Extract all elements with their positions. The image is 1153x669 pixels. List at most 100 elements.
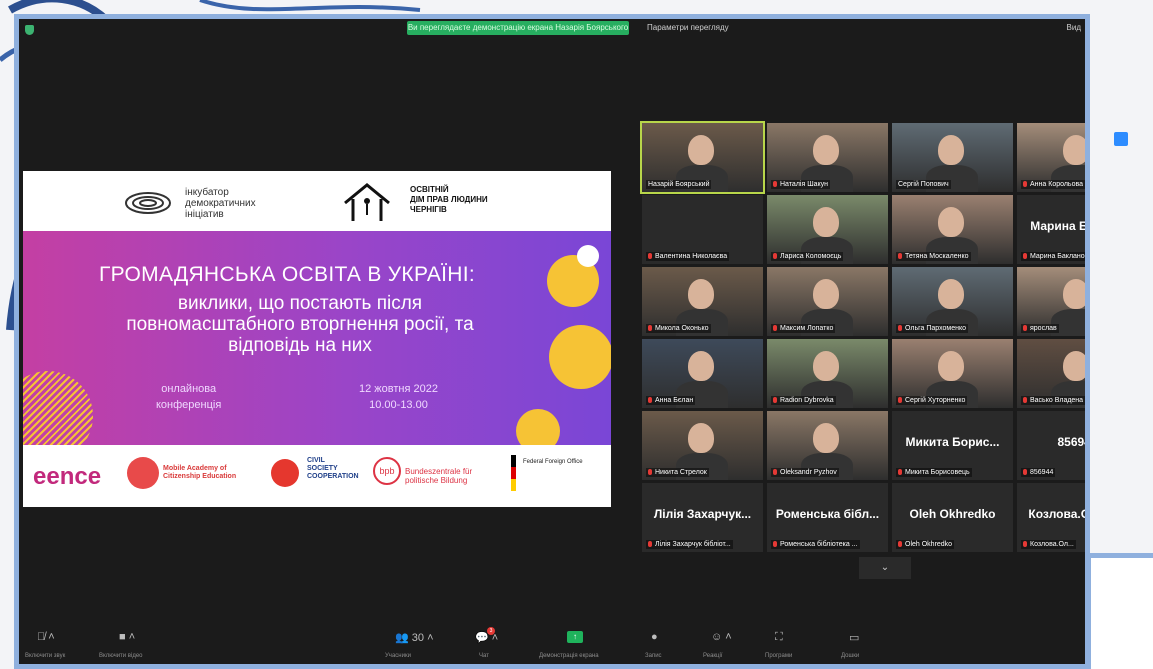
participant-name: Сергій Попович (896, 180, 951, 189)
mic-muted-icon (898, 397, 902, 404)
participant-head (813, 135, 839, 165)
participant-tile[interactable]: Тетяна Москаленко (892, 195, 1013, 264)
participant-display-name: Козлова.Олекс... (1028, 507, 1090, 521)
mic-muted-icon (648, 541, 652, 548)
apps-icon[interactable]: ⛶ (775, 631, 783, 644)
slide-subtitle: виклики, що постають після повномасштабн… (126, 293, 474, 356)
reactions-icon[interactable]: ☺ ˄ (711, 631, 732, 643)
participant-tile[interactable]: Лілія Захарчук... Лілія Захарчук бібліот.… (642, 483, 763, 552)
participant-tile[interactable]: Козлова.Олекс... Козлова.Ол... (1017, 483, 1090, 552)
whiteboard-label[interactable]: Дошки (841, 653, 859, 659)
participant-name-text: Анна Бєлан (655, 397, 694, 404)
mic-muted-icon (648, 253, 652, 260)
participant-name-text: Сергій Попович (898, 181, 949, 188)
participant-tile[interactable]: Лариса Коломоєць (767, 195, 888, 264)
mic-muted-icon (773, 325, 777, 332)
participant-tile[interactable]: Никита Стрелок (642, 411, 763, 480)
participant-tile[interactable]: Микита Борис... Микита Борисовець (892, 411, 1013, 480)
video-off-icon[interactable]: ■ ˄ (119, 631, 135, 643)
participant-display-name: Роменська бібл... (775, 507, 880, 521)
screen-share-banner[interactable]: Ви переглядаєте демонстрацію екрана Наза… (407, 21, 629, 35)
participant-name-text: Radion Dybrovka (780, 397, 834, 404)
participant-name: Лілія Захарчук бібліот... (646, 540, 733, 549)
participant-display-name: Лілія Захарчук... (653, 507, 752, 521)
record-icon[interactable]: ● (651, 631, 658, 643)
participant-tile[interactable]: Микола Оконько (642, 267, 763, 336)
participants-count: 30 (411, 632, 425, 644)
participant-head (1063, 279, 1085, 309)
participant-tile[interactable]: Oleksandr Pyzhov (767, 411, 888, 480)
participant-tile[interactable]: Роменська бібл... Роменська бібліотека ..… (767, 483, 888, 552)
participant-name-text: Никита Стрелок (655, 469, 707, 476)
participant-tile[interactable]: Ольга Пархоменко (892, 267, 1013, 336)
mic-muted-icon (898, 253, 902, 260)
cso-logo-text: CIVIL SOCIETY COOPERATION (307, 457, 359, 481)
participant-tile[interactable]: Максим Лопатко (767, 267, 888, 336)
participant-name-text: Максим Лопатко (780, 325, 834, 332)
participant-name: Роменська бібліотека ... (771, 540, 860, 549)
mic-muted-icon[interactable]: 🎙̸ ˄ (37, 631, 55, 643)
participant-name: Oleh Okhredko (896, 540, 955, 549)
participant-display-name: 856944 (1057, 435, 1085, 449)
mace-logo-icon (127, 457, 159, 489)
participant-name: Козлова.Ол... (1021, 540, 1076, 549)
participant-head (938, 135, 964, 165)
participant-tile[interactable]: 856944 856944 (1017, 411, 1085, 480)
share-label[interactable]: Демонстрація екрана (539, 653, 599, 659)
view-button[interactable]: Вид (1067, 23, 1081, 32)
meeting-toolbar: 🎙̸ ˄ Включити звук ■ ˄ Включити відео 👥 … (19, 623, 1085, 664)
video-label[interactable]: Включити відео (99, 653, 143, 659)
participant-head (813, 279, 839, 309)
bpb-logo-icon: bpb (373, 457, 401, 485)
apps-label[interactable]: Програми (765, 653, 792, 659)
participant-tile[interactable]: Сергій Попович (892, 123, 1013, 192)
participant-tile[interactable]: Oleh Okhredko Oleh Okhredko (892, 483, 1013, 552)
reactions-label[interactable]: Реакції (703, 653, 722, 659)
mic-muted-icon (898, 469, 902, 476)
meeting-top-bar: Ви переглядаєте демонстрацію екрана Наза… (19, 19, 1085, 41)
mic-muted-icon (773, 541, 777, 548)
share-screen-icon[interactable]: ↑ (567, 631, 583, 643)
view-options-label[interactable]: Параметри перегляду (647, 23, 729, 32)
gallery-expand-button[interactable] (1114, 132, 1128, 146)
participant-tile[interactable]: ярослав (1017, 267, 1085, 336)
participant-tile[interactable]: Марина Бакла... Марина Бакланова (1017, 195, 1088, 264)
participant-head (813, 207, 839, 237)
mic-muted-icon (1023, 469, 1027, 476)
participants-label[interactable]: Учасники (385, 653, 411, 659)
chevron-down-icon[interactable]: ⌄ (859, 557, 911, 579)
zoom-meeting-window: Ви переглядаєте демонстрацію екрана Наза… (14, 14, 1090, 669)
mace-line1: Mobile Academy of (163, 465, 227, 472)
participant-name: 856944 (1021, 468, 1056, 477)
org1-line3: ініціатив (185, 209, 224, 220)
participant-name: Ольга Пархоменко (896, 324, 968, 333)
participant-tile[interactable]: Radion Dybrovka (767, 339, 888, 408)
participant-name-text: Ольга Пархоменко (905, 325, 966, 332)
participant-name-text: Oleksandr Pyzhov (780, 469, 837, 476)
participant-tile[interactable]: Наталія Шакун (767, 123, 888, 192)
participant-tile[interactable]: Назарій Боярський (640, 121, 765, 194)
org2-line3: ЧЕРНІГІВ (410, 205, 447, 214)
conf-line2: конференція (156, 399, 222, 411)
whiteboard-icon[interactable]: ▭ (849, 631, 859, 644)
participant-tile[interactable]: Васько Владена (1017, 339, 1085, 408)
participants-icon[interactable]: 👥 30 ˄ (395, 631, 434, 644)
participant-tile[interactable]: Анна Бєлан (642, 339, 763, 408)
partner-logos: eence Mobile Academy of Citizenship Educ… (23, 445, 611, 507)
mic-muted-icon (1023, 541, 1027, 548)
mute-label[interactable]: Включити звук (25, 653, 65, 659)
participant-head (688, 279, 714, 309)
participant-name-text: ярослав (1030, 325, 1057, 332)
participant-display-name: Марина Бакла... (1030, 219, 1088, 233)
shield-icon[interactable] (25, 25, 34, 35)
mic-muted-icon (773, 181, 777, 188)
slide-banner: ГРОМАДЯНСЬКА ОСВІТА В УКРАЇНІ: виклики, … (23, 231, 611, 445)
participant-tile[interactable]: Валентина Николаєва (642, 195, 763, 264)
participant-name: Radion Dybrovka (771, 396, 836, 405)
participant-tile[interactable]: Сергій Хуторненко (892, 339, 1013, 408)
record-label[interactable]: Запис (645, 653, 662, 659)
participant-tile[interactable]: Анна Корольова (1017, 123, 1085, 192)
chat-label[interactable]: Чат (479, 653, 489, 659)
german-flag-icon (511, 455, 516, 491)
participant-name: Анна Бєлан (646, 396, 696, 405)
